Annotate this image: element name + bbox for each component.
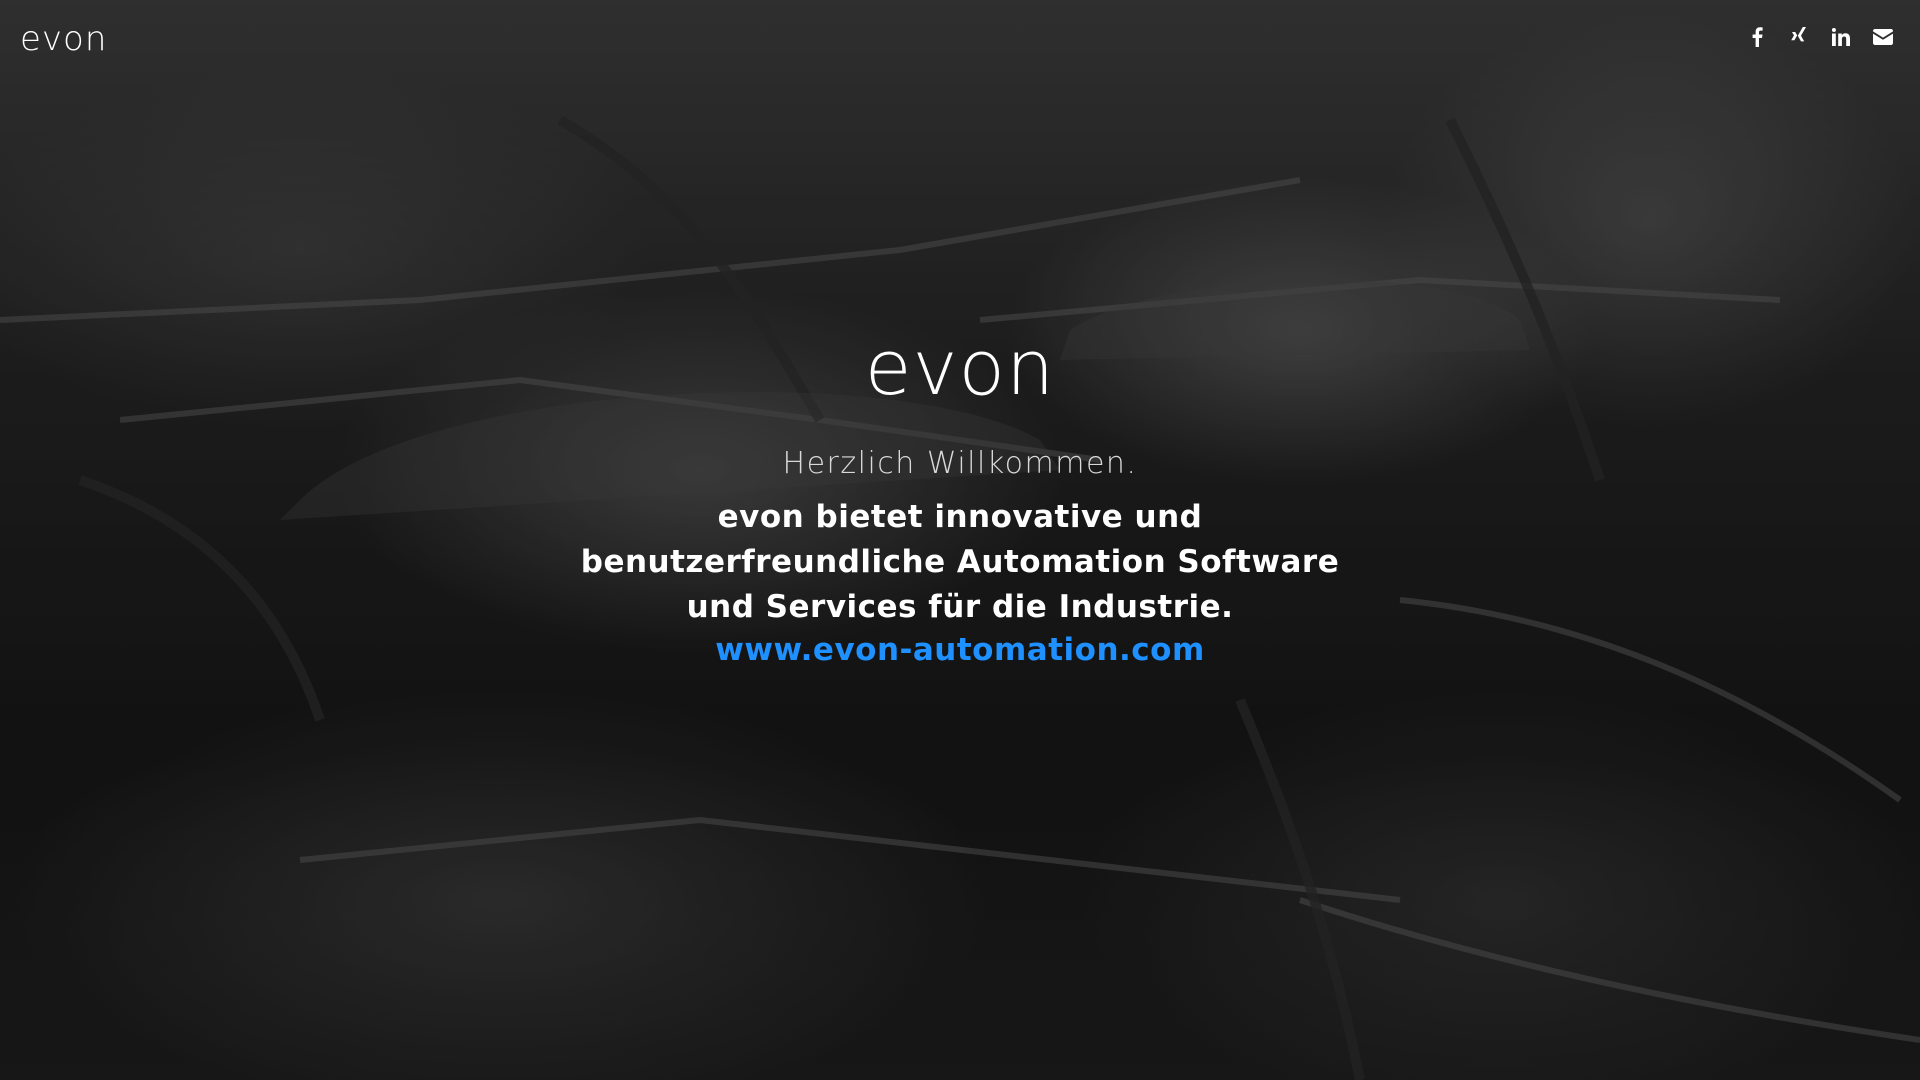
- welcome-text: Herzlich Willkommen.: [782, 446, 1138, 481]
- tagline: evon bietet innovative und benutzerfreun…: [580, 499, 1340, 625]
- linkedin-icon: [1832, 28, 1850, 46]
- website-link[interactable]: www.evon-automation.com: [715, 632, 1205, 668]
- hero-brand: evon: [864, 323, 1056, 412]
- landing-page: evon evon Herzlich Willkommen. evon biet…: [0, 0, 1920, 1080]
- email-icon: [1873, 29, 1893, 45]
- linkedin-link[interactable]: [1830, 26, 1852, 48]
- email-link[interactable]: [1872, 26, 1894, 48]
- xing-icon: [1790, 27, 1808, 47]
- xing-link[interactable]: [1788, 26, 1810, 48]
- logo[interactable]: evon: [20, 22, 107, 56]
- facebook-icon: [1752, 27, 1763, 47]
- hero-content: evon Herzlich Willkommen. evon bietet in…: [0, 323, 1920, 669]
- social-links: [1746, 26, 1894, 48]
- facebook-link[interactable]: [1746, 26, 1768, 48]
